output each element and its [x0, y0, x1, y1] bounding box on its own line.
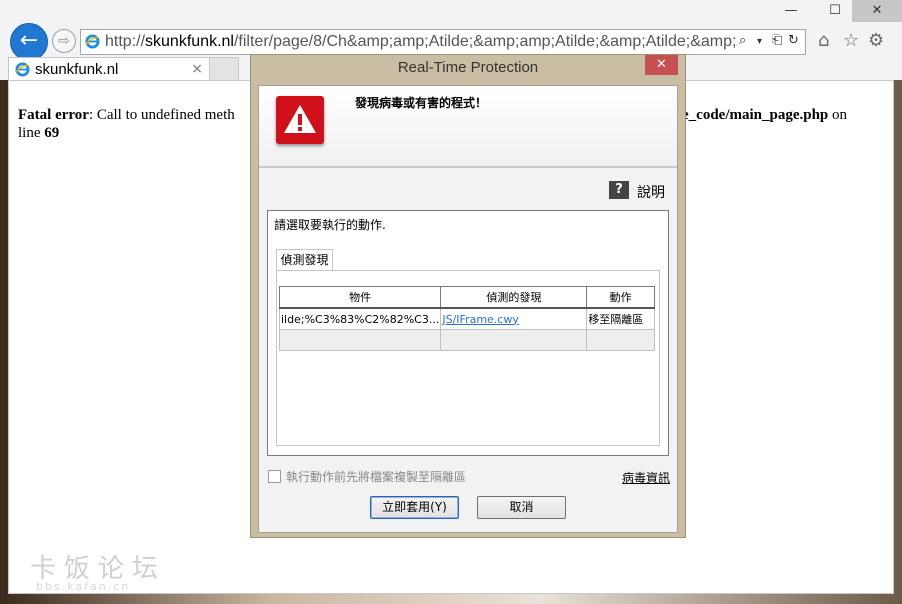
copy-to-quarantine-checkbox[interactable] — [268, 470, 281, 483]
maximize-button[interactable]: ☐ — [820, 0, 850, 22]
col-action[interactable]: 動作 — [586, 286, 655, 309]
ie-favicon-icon — [15, 62, 30, 77]
cancel-button[interactable]: 取消 — [477, 496, 566, 519]
action-prompt: 請選取要執行的動作. — [274, 218, 386, 232]
detections-panel: 物件 偵測的發現 動作 ilde;%C3%83%C2%82%C3... JS/I… — [276, 270, 660, 446]
action-group: 請選取要執行的動作. 偵測發現 物件 偵測的發現 動作 ilde;%C3%83%… — [267, 210, 669, 456]
warning-icon — [276, 96, 324, 144]
compat-view-icon[interactable]: ⎗ — [772, 33, 782, 48]
checkbox-label: 執行動作前先將檔案複製至隔離區 — [286, 470, 467, 484]
url-text[interactable]: http://skunkfunk.nl/filter/page/8/Ch&amp… — [105, 33, 737, 51]
table-row[interactable]: ilde;%C3%83%C2%82%C3... JS/IFrame.cwy 移至… — [278, 307, 655, 330]
cell-object: ilde;%C3%83%C2%82%C3... — [278, 307, 442, 330]
col-object[interactable]: 物件 — [278, 286, 442, 309]
cell-detection-link[interactable]: JS/IFrame.cwy — [440, 307, 588, 330]
apply-now-button[interactable]: 立即套用(Y) — [370, 496, 459, 519]
help-icon[interactable]: ? — [609, 181, 629, 199]
close-window-button[interactable]: ✕ — [852, 0, 902, 22]
tab-close-icon[interactable]: × — [191, 61, 203, 77]
ie-logo-icon — [85, 34, 100, 49]
error-line: line 69 — [18, 125, 60, 141]
virus-info-link[interactable]: 病毒資訊 — [622, 469, 670, 486]
tab-detections[interactable]: 偵測發現 — [276, 249, 333, 272]
tab-title: skunkfunk.nl — [35, 61, 119, 78]
protection-dialog: Real-Time Protection ✕ 發現病毒或有害的程式！ ? 說明 … — [250, 54, 686, 538]
address-bar[interactable]: http://skunkfunk.nl/filter/page/8/Ch&amp… — [80, 29, 806, 55]
arrow-left-icon: ← — [19, 28, 39, 53]
error-message: Fatal error: Call to undefined meth — [18, 107, 235, 123]
browser-tab[interactable]: skunkfunk.nl × — [8, 57, 210, 82]
dialog-close-button[interactable]: ✕ — [645, 55, 678, 75]
forward-button[interactable]: ⇨ — [52, 29, 76, 53]
minimize-button[interactable]: — — [776, 0, 806, 22]
dialog-title: Real-Time Protection — [397, 59, 539, 76]
table-header-row: 物件 偵測的發現 動作 — [278, 286, 655, 309]
detections-table: 物件 偵測的發現 動作 ilde;%C3%83%C2%82%C3... JS/I… — [278, 286, 655, 351]
alert-heading: 發現病毒或有害的程式！ — [355, 96, 488, 110]
error-message-tail: e_code/main_page.php on — [682, 107, 848, 123]
dialog-body: 發現病毒或有害的程式！ ? 說明 請選取要執行的動作. 偵測發現 物件 偵測的發… — [258, 85, 678, 533]
new-tab-button[interactable] — [209, 57, 239, 81]
arrow-right-icon: ⇨ — [58, 33, 70, 49]
cell-action-select[interactable]: 移至隔離區 — [586, 307, 655, 330]
search-icon[interactable]: ⌕ — [739, 33, 746, 48]
settings-gear-icon[interactable]: ⚙ — [868, 30, 884, 51]
col-detection[interactable]: 偵測的發現 — [440, 286, 588, 309]
back-button[interactable]: ← — [10, 23, 48, 61]
home-icon[interactable]: ⌂ — [818, 30, 829, 51]
favorites-star-icon[interactable]: ☆ — [843, 30, 859, 51]
dropdown-arrow-icon[interactable]: ▾ — [757, 36, 762, 47]
refresh-icon[interactable]: ↻ — [788, 33, 799, 48]
table-empty-row — [278, 329, 655, 351]
watermark-url: bbs.kafan.cn — [36, 580, 131, 593]
alert-banner: 發現病毒或有害的程式！ — [259, 86, 677, 168]
help-link[interactable]: 說明 — [637, 182, 665, 202]
